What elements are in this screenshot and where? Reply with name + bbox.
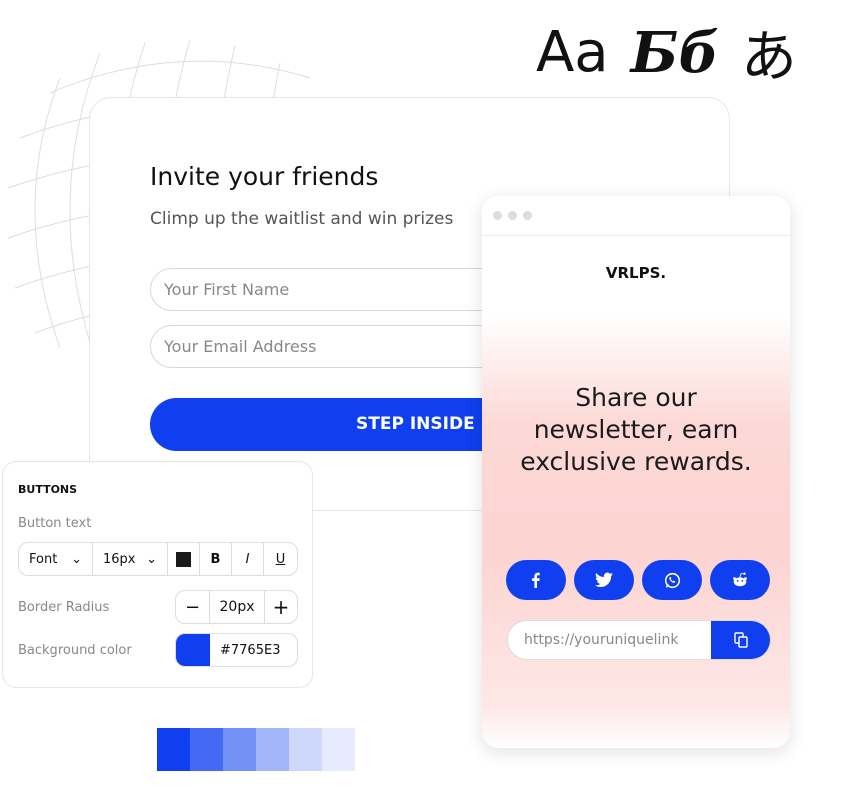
headline-line: exclusive rewards.: [520, 447, 752, 476]
cyrillic-glyph: Бб: [630, 19, 719, 86]
japanese-glyph: あ: [740, 25, 797, 90]
window-bar: [482, 196, 790, 236]
panel-title: BUTTONS: [18, 483, 78, 496]
headline-line: newsletter, earn: [533, 415, 739, 444]
invite-title: Invite your friends: [150, 162, 379, 191]
chevron-down-icon: ⌄: [71, 551, 82, 567]
palette-swatch: [157, 728, 190, 771]
headline: Share our newsletter, earn exclusive rew…: [482, 382, 790, 478]
copy-link-button[interactable]: [711, 621, 770, 659]
reddit-button[interactable]: [710, 560, 770, 600]
chevron-down-icon: ⌄: [146, 551, 157, 567]
border-radius-stepper: − 20px +: [175, 590, 298, 624]
headline-line: Share our: [575, 383, 697, 412]
facebook-button[interactable]: [506, 560, 566, 600]
palette-swatch: [322, 728, 355, 771]
first-name-input[interactable]: Your First Name: [150, 268, 510, 311]
font-value: Font: [29, 551, 58, 567]
palette-swatch: [256, 728, 289, 771]
color-swatch-icon: [176, 551, 191, 567]
step-inside-button[interactable]: STEP INSIDE: [150, 398, 510, 451]
underline-button[interactable]: U: [264, 543, 297, 575]
phone-preview: VRLPS. Share our newsletter, earn exclus…: [482, 196, 790, 748]
step-inside-label: STEP INSIDE: [356, 414, 475, 434]
background-color-label: Background color: [18, 643, 132, 658]
size-select[interactable]: 16px ⌄: [93, 543, 168, 575]
typography-glyphs: Aa Бб あ: [536, 12, 797, 93]
text-color-button[interactable]: [168, 543, 200, 575]
button-text-label: Button text: [18, 516, 92, 531]
brand-logo: VRLPS.: [605, 264, 667, 282]
unique-link-field: https://youruniquelink: [507, 620, 771, 660]
whatsapp-button[interactable]: [642, 560, 702, 600]
size-value: 16px: [103, 551, 136, 567]
twitter-icon: [595, 572, 613, 587]
text-toolbar: Font ⌄ 16px ⌄ B I U: [18, 542, 298, 576]
social-buttons: [506, 560, 770, 600]
palette-swatch: [223, 728, 256, 771]
palette-swatch: [190, 728, 223, 771]
background-color-field[interactable]: #7765E3: [175, 633, 298, 667]
palette-swatch: [289, 728, 322, 771]
reddit-icon: [733, 572, 747, 587]
email-input[interactable]: Your Email Address: [150, 325, 510, 368]
bold-button[interactable]: B: [200, 543, 232, 575]
twitter-button[interactable]: [574, 560, 634, 600]
copy-icon: [733, 632, 748, 648]
color-swatch[interactable]: [176, 634, 210, 666]
facebook-icon: [532, 572, 540, 588]
color-palette: [157, 728, 355, 771]
decrement-button[interactable]: −: [176, 591, 210, 623]
buttons-style-panel: BUTTONS Button text Font ⌄ 16px ⌄ B I U Bo…: [2, 461, 313, 688]
color-hex-value[interactable]: #7765E3: [210, 634, 280, 666]
whatsapp-icon: [664, 572, 680, 588]
italic-button[interactable]: I: [232, 543, 264, 575]
font-select[interactable]: Font ⌄: [19, 543, 93, 575]
unique-link-input[interactable]: https://youruniquelink: [508, 621, 711, 659]
invite-subtitle: Climp up the waitlist and win prizes: [150, 209, 454, 229]
border-radius-label: Border Radius: [18, 600, 110, 615]
increment-button[interactable]: +: [265, 591, 297, 623]
radius-value[interactable]: 20px: [210, 591, 265, 623]
latin-glyph: Aa: [536, 20, 609, 85]
